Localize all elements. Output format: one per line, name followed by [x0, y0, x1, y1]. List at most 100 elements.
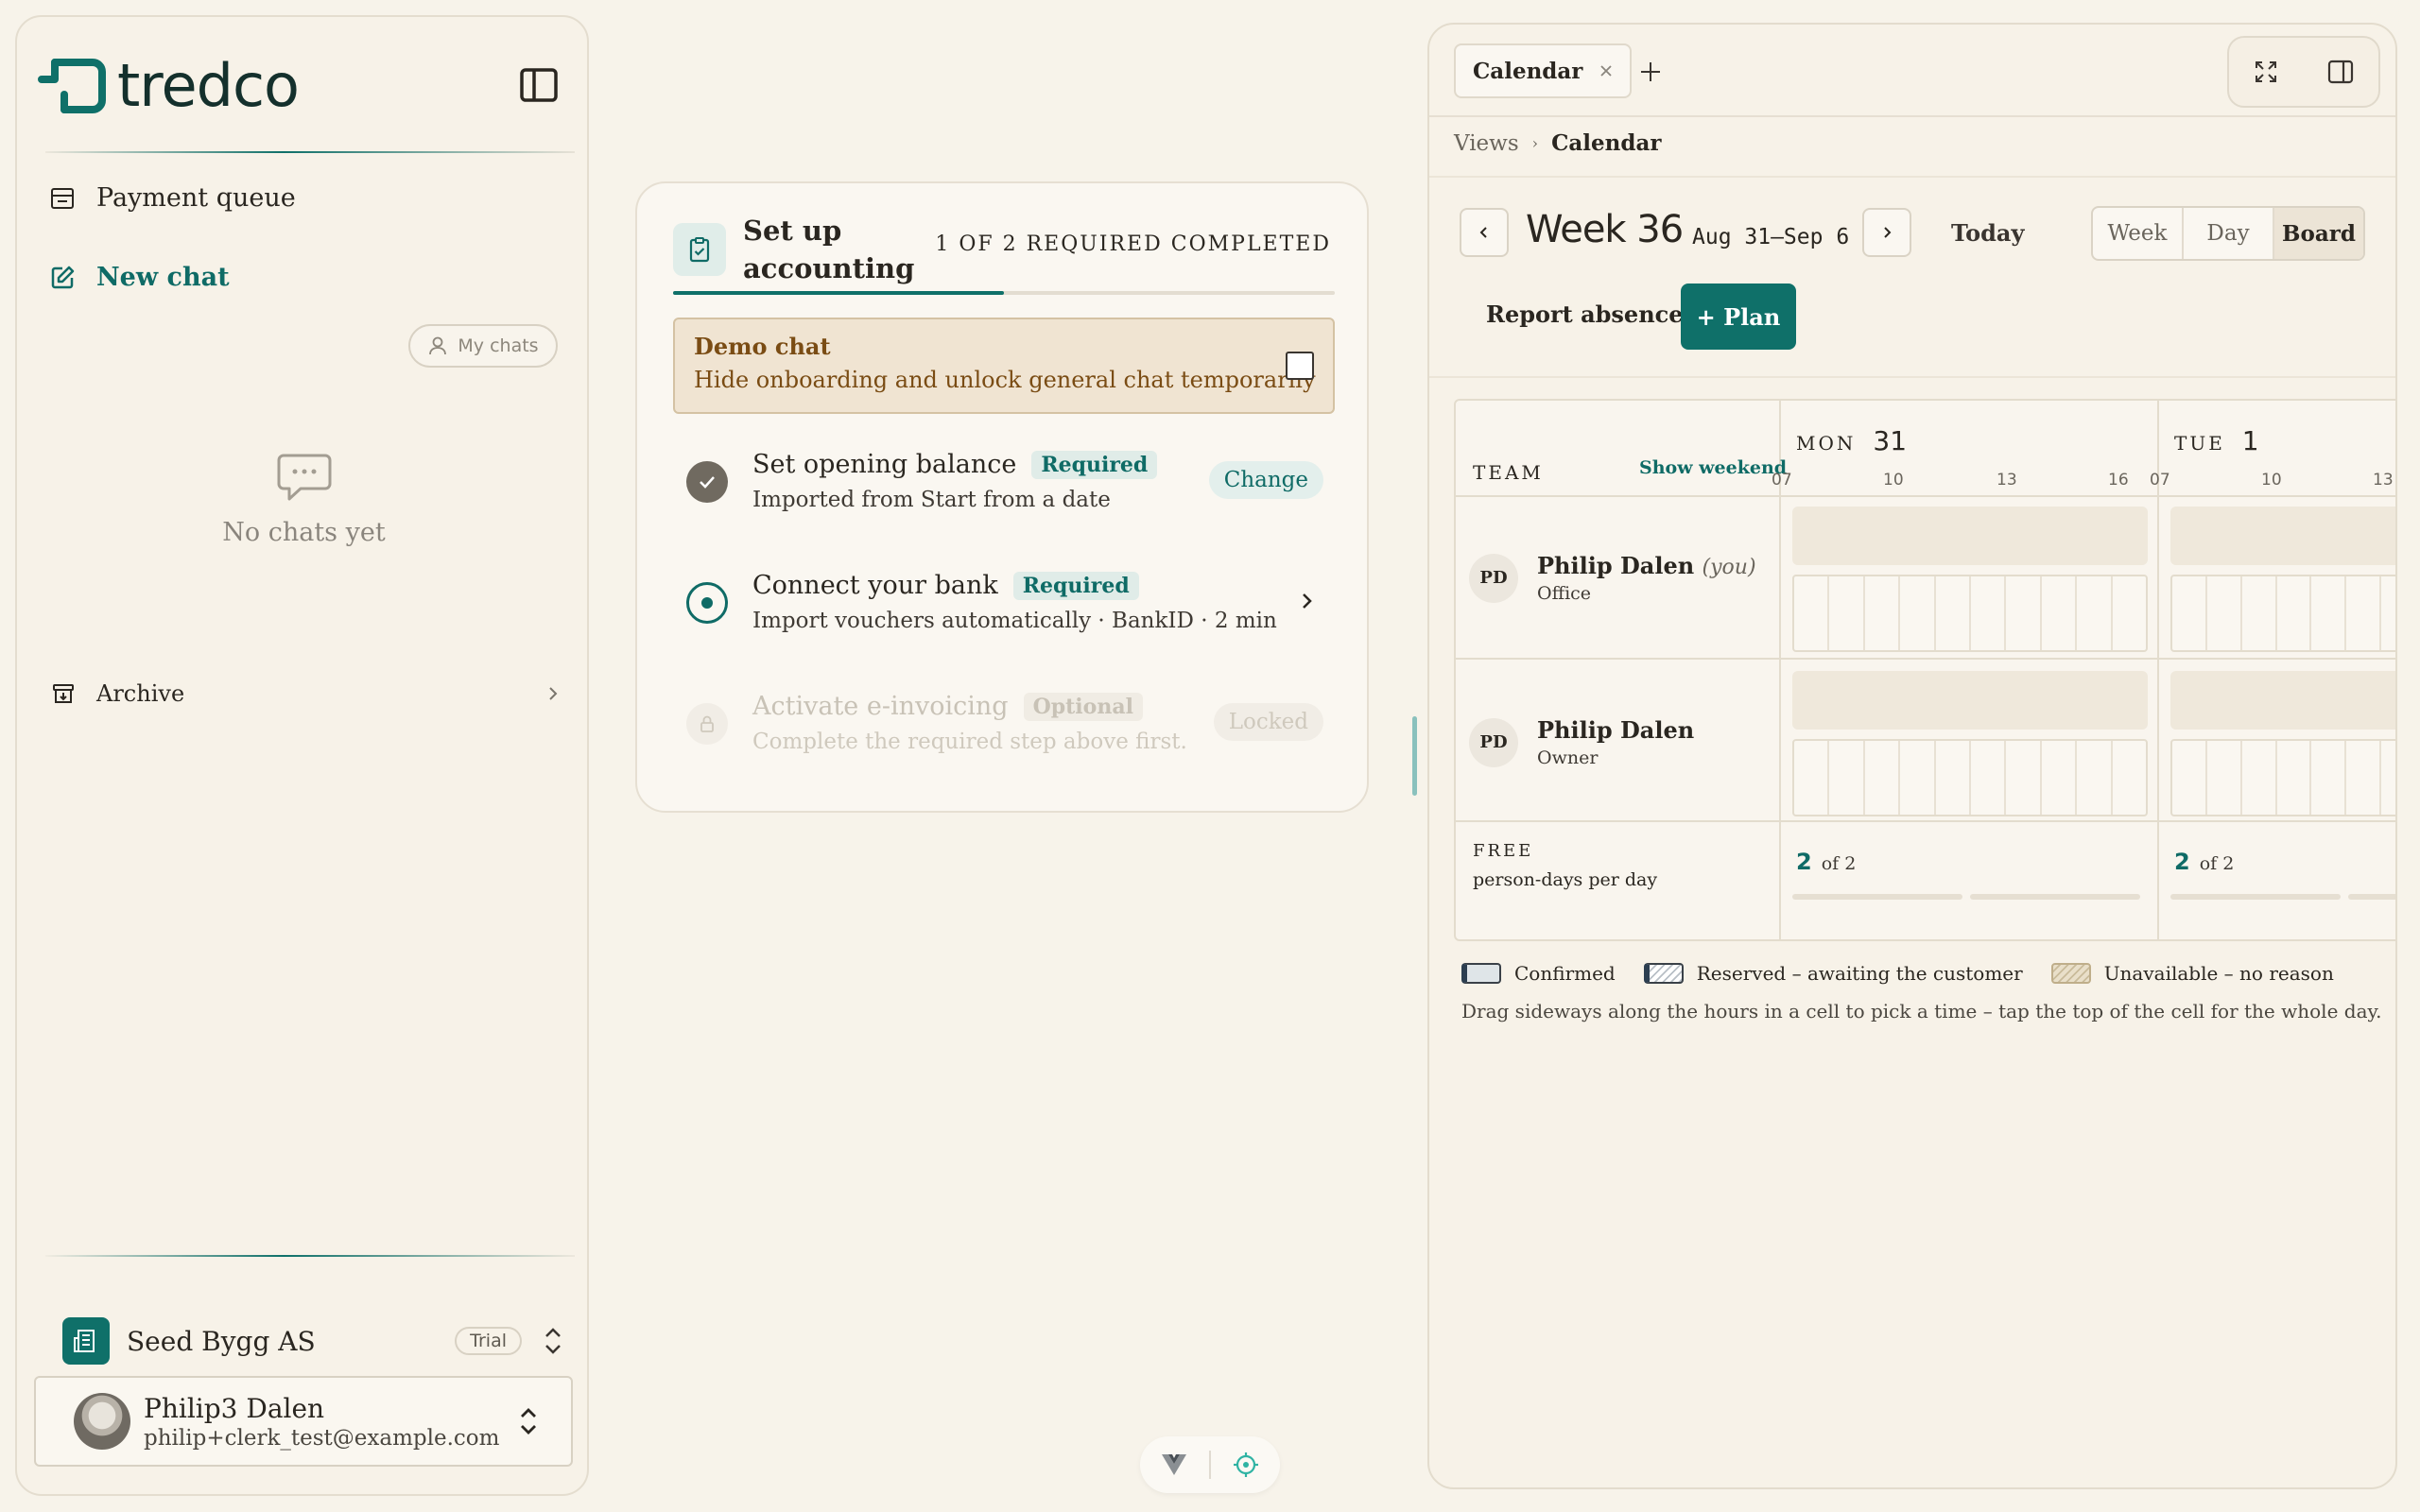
dev-tools-pill	[1140, 1436, 1280, 1493]
all-day-cell[interactable]	[2170, 507, 2395, 565]
check-circle-icon	[686, 461, 728, 503]
divider	[1456, 495, 2395, 497]
chevron-up-down-icon	[521, 1408, 536, 1435]
view-day[interactable]: Day	[2184, 208, 2274, 259]
hour-tick: 10	[2261, 471, 2282, 490]
step-connect-bank[interactable]: Connect your bank Required Import vouche…	[686, 571, 1339, 646]
nav-payment-queue[interactable]: Payment queue	[49, 183, 296, 213]
view-week[interactable]: Week	[2093, 208, 2184, 259]
sidebar-panel-icon	[520, 68, 558, 102]
current-step-icon	[686, 582, 728, 624]
step-description: Imported from Start from a date	[752, 488, 1111, 512]
sidebar-toggle-button[interactable]	[516, 62, 562, 108]
hour-slots-cell[interactable]	[2170, 739, 2395, 816]
edit-icon	[51, 266, 75, 288]
add-tab-button[interactable]	[1632, 53, 1669, 91]
team-member-row: PD Philip Dalen Owner	[1469, 716, 1694, 768]
tredco-logo-icon	[36, 57, 110, 115]
legend-unavailable: Unavailable – no reason	[2050, 962, 2334, 985]
hour-tick: 13	[2373, 471, 2394, 490]
previous-week-button[interactable]	[1460, 208, 1509, 257]
day-header-mon: MON 31	[1796, 425, 1907, 456]
close-icon[interactable]	[1599, 64, 1613, 77]
avatar: PD	[1469, 717, 1518, 767]
day-number: 1	[2241, 425, 2259, 456]
tab-calendar[interactable]: Calendar	[1454, 43, 1633, 98]
window-controls	[2227, 36, 2380, 108]
week-title: Week 36	[1526, 208, 1684, 251]
hour-slots-cell[interactable]	[1792, 739, 2148, 816]
user-account-switcher[interactable]: Philip3 Dalen philip+clerk_test@example.…	[34, 1376, 573, 1467]
plus-icon	[1641, 62, 1660, 81]
onboarding-progress-bar	[673, 291, 1335, 295]
next-week-button[interactable]	[1862, 208, 1911, 257]
plan-button[interactable]: + Plan	[1681, 284, 1796, 350]
step-title-text: Set opening balance	[752, 450, 1017, 479]
organization-switcher[interactable]: Seed Bygg AS Trial	[62, 1315, 563, 1366]
view-board[interactable]: Board	[2274, 208, 2363, 259]
brand-logo[interactable]: tredco	[36, 57, 300, 115]
breadcrumb-views[interactable]: Views	[1454, 131, 1519, 156]
nav-new-chat[interactable]: New chat	[49, 263, 230, 292]
free-count-mon: 2 of 2	[1796, 849, 1856, 875]
vue-logo-icon[interactable]	[1160, 1452, 1188, 1477]
today-button[interactable]: Today	[1951, 219, 2024, 247]
hour-slots-cell[interactable]	[2170, 575, 2395, 652]
breadcrumb-calendar: Calendar	[1551, 130, 1662, 156]
hour-tick: 07	[2150, 471, 2170, 490]
day-name: MON	[1796, 432, 1857, 455]
user-icon	[429, 336, 447, 355]
hour-tick: 13	[1996, 471, 2017, 490]
tab-bar: Calendar	[1429, 25, 2395, 117]
expand-icon[interactable]	[2253, 59, 2279, 85]
chevron-up-down-icon	[545, 1328, 561, 1354]
divider	[1429, 176, 2395, 178]
hour-slots-cell[interactable]	[1792, 575, 2148, 652]
step-description: Complete the required step above first.	[752, 730, 1187, 754]
week-range: Aug 31–Sep 6	[1692, 225, 1850, 249]
legend-label: Confirmed	[1514, 962, 1616, 985]
member-name: Philip Dalen	[1537, 716, 1695, 744]
nav-archive[interactable]: Archive	[51, 680, 562, 707]
chevron-right-icon	[1884, 227, 1892, 238]
unavailable-swatch	[2050, 963, 2091, 984]
optional-badge: Optional	[1023, 692, 1143, 721]
team-column-header: TEAM	[1473, 461, 1544, 484]
organization-name: Seed Bygg AS	[127, 1325, 316, 1357]
show-weekend-link[interactable]: Show weekend	[1639, 457, 1787, 478]
avatar	[74, 1393, 130, 1450]
lock-icon	[686, 703, 728, 745]
legend-label: Reserved – awaiting the customer	[1696, 962, 2023, 985]
sidebar: tredco Payment queue New chat My chats N…	[15, 15, 589, 1496]
free-count-total: of 2	[1821, 853, 1857, 874]
breadcrumb: Views › Calendar	[1454, 130, 1661, 156]
legend-label: Unavailable – no reason	[2103, 962, 2334, 985]
all-day-cell[interactable]	[2170, 671, 2395, 730]
change-button[interactable]: Change	[1208, 461, 1323, 499]
you-tag: (you)	[1702, 556, 1756, 579]
my-chats-filter-button[interactable]: My chats	[408, 324, 558, 368]
divider	[45, 1255, 575, 1257]
onboarding-progress-fill	[673, 291, 1004, 295]
member-role: Office	[1537, 583, 1592, 604]
panel-resize-handle[interactable]	[1412, 716, 1417, 796]
empty-chats-state: No chats yet	[17, 452, 591, 547]
member-name: Philip Dalen	[1537, 552, 1695, 579]
demo-chat-toggle[interactable]: Demo chat Hide onboarding and unlock gen…	[673, 318, 1335, 414]
free-count-total: of 2	[2199, 853, 2235, 874]
demo-chat-checkbox[interactable]	[1286, 352, 1314, 380]
inbox-icon	[51, 187, 74, 209]
step-set-opening-balance: Set opening balance Required Imported fr…	[686, 450, 1339, 525]
crosshair-icon[interactable]	[1232, 1451, 1260, 1479]
report-absence-button[interactable]: Report absence	[1486, 301, 1684, 328]
free-count-value: 2	[2174, 849, 2190, 875]
tab-label: Calendar	[1473, 58, 1583, 84]
all-day-cell[interactable]	[1792, 671, 2148, 730]
day-number: 31	[1873, 425, 1908, 456]
legend-confirmed: Confirmed	[1461, 962, 1616, 985]
side-panel-icon[interactable]	[2326, 58, 2355, 86]
hour-tick: 10	[1883, 471, 1904, 490]
nav-new-chat-label: New chat	[96, 263, 230, 292]
member-name-line: Philip Dalen (you)	[1537, 552, 1756, 579]
all-day-cell[interactable]	[1792, 507, 2148, 565]
